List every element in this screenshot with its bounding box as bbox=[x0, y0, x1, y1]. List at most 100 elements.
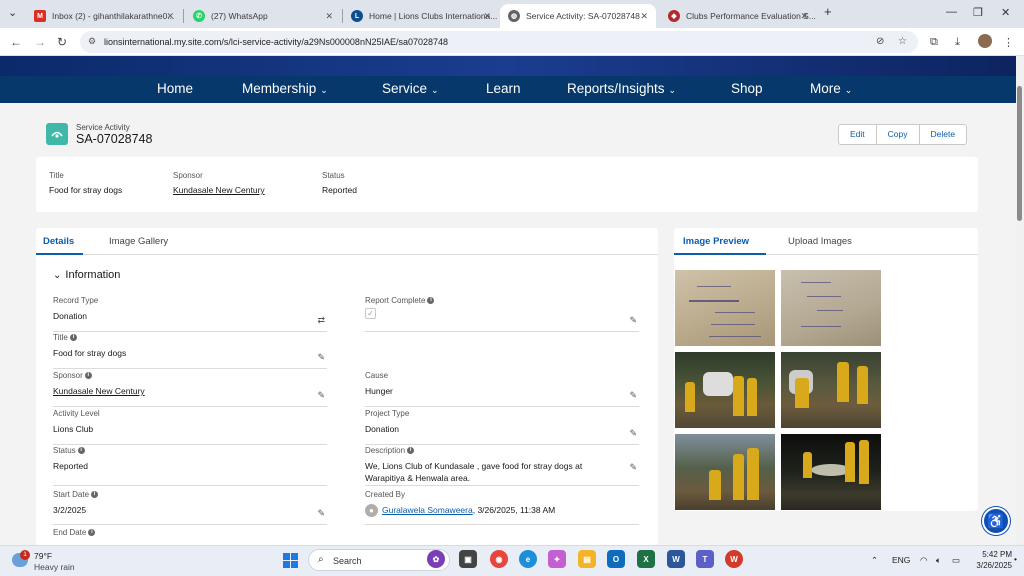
nav-reports-insights[interactable]: Reports/Insights ⌄ bbox=[567, 81, 676, 96]
chrome-icon[interactable]: ◉ bbox=[490, 550, 508, 568]
new-tab-button[interactable]: + bbox=[824, 4, 832, 19]
change-record-type-icon[interactable]: ⇄ bbox=[317, 315, 325, 326]
close-icon[interactable]: ✕ bbox=[166, 11, 174, 22]
edit-pencil-icon[interactable]: ✎ bbox=[629, 462, 637, 473]
tray-chevron-icon[interactable]: ⌃ bbox=[871, 555, 878, 566]
field-value: Lions Club bbox=[53, 424, 94, 434]
nav-membership[interactable]: Membership ⌄ bbox=[242, 81, 328, 96]
edit-pencil-icon[interactable]: ✎ bbox=[317, 352, 325, 363]
tab-upload-images[interactable]: Upload Images bbox=[788, 236, 852, 247]
active-tab-indicator bbox=[36, 253, 83, 255]
close-icon[interactable]: ✕ bbox=[800, 11, 808, 22]
wps-icon[interactable]: W bbox=[725, 550, 743, 568]
field-label: Sponsor bbox=[173, 171, 203, 180]
info-icon[interactable]: i bbox=[69, 334, 77, 342]
word-icon[interactable]: W bbox=[667, 550, 685, 568]
field-status: Status i Reported bbox=[53, 446, 327, 486]
task-view-icon[interactable]: ▣ bbox=[459, 550, 477, 568]
gallery-image[interactable] bbox=[781, 352, 881, 428]
edge-icon[interactable]: e bbox=[519, 550, 537, 568]
eye-off-icon[interactable]: ⊘ bbox=[876, 36, 884, 47]
gallery-image[interactable] bbox=[781, 434, 881, 510]
handwriting bbox=[711, 324, 755, 325]
scrollbar-thumb[interactable] bbox=[1017, 86, 1022, 221]
tab-details[interactable]: Details bbox=[43, 236, 74, 247]
url-text[interactable]: lionsinternational.my.site.com/s/lci-ser… bbox=[104, 37, 448, 47]
edit-pencil-icon[interactable]: ✎ bbox=[629, 390, 637, 401]
edit-pencil-icon[interactable]: ✎ bbox=[629, 315, 637, 326]
wifi-icon[interactable]: ◠ bbox=[920, 555, 927, 566]
gallery-image[interactable] bbox=[675, 434, 775, 510]
edit-pencil-icon[interactable]: ✎ bbox=[317, 508, 325, 519]
file-explorer-icon[interactable]: ▤ bbox=[578, 550, 596, 568]
reload-icon[interactable]: ↻ bbox=[57, 35, 67, 49]
report-complete-checkbox[interactable]: ✓ bbox=[365, 308, 376, 319]
gallery-image[interactable] bbox=[675, 270, 775, 346]
tab-search-icon[interactable]: ⌄ bbox=[8, 6, 17, 19]
sponsor-link[interactable]: Kundasale New Century bbox=[53, 385, 327, 397]
windows-start-icon[interactable] bbox=[283, 553, 298, 568]
sponsor-link[interactable]: Kundasale New Century bbox=[173, 185, 265, 195]
outlook-icon[interactable]: O bbox=[607, 550, 625, 568]
browser-tab-clubs-performance[interactable]: ◆ Clubs Performance Evaluation S... ✕ bbox=[660, 4, 816, 28]
close-icon[interactable]: ✕ bbox=[483, 11, 491, 22]
tab-image-gallery[interactable]: Image Gallery bbox=[109, 236, 168, 247]
section-header-information[interactable]: ⌄ Information bbox=[53, 269, 120, 281]
handwriting bbox=[801, 326, 841, 327]
nav-service[interactable]: Service ⌄ bbox=[382, 81, 439, 96]
nav-home[interactable]: Home bbox=[157, 81, 193, 96]
minimize-icon[interactable]: — bbox=[946, 6, 957, 18]
notification-bell-icon[interactable]: • bbox=[1014, 554, 1017, 564]
created-by-user-link[interactable]: Guralawela Somaweera bbox=[382, 505, 473, 515]
excel-icon[interactable]: X bbox=[637, 550, 655, 568]
active-tab-indicator bbox=[674, 253, 766, 255]
edit-pencil-icon[interactable]: ✎ bbox=[629, 428, 637, 439]
close-icon[interactable]: ✕ bbox=[640, 11, 648, 22]
tab-image-preview[interactable]: Image Preview bbox=[683, 236, 749, 247]
site-info-icon[interactable]: ⚙ bbox=[88, 36, 96, 47]
close-icon[interactable]: ✕ bbox=[325, 11, 333, 22]
info-icon[interactable]: i bbox=[407, 447, 415, 455]
menu-kebab-icon[interactable]: ⋮ bbox=[1003, 36, 1014, 49]
restore-icon[interactable]: ❐ bbox=[973, 6, 983, 19]
teams-icon[interactable]: T bbox=[696, 550, 714, 568]
info-icon[interactable]: i bbox=[91, 491, 99, 499]
browser-tab-lions-home[interactable]: L Home | Lions Clubs Internationa... ✕ bbox=[343, 4, 499, 28]
forward-icon[interactable]: → bbox=[34, 35, 46, 49]
edit-button[interactable]: Edit bbox=[839, 125, 877, 144]
field-value: We, Lions Club of Kundasale , gave food … bbox=[365, 461, 583, 483]
delete-button[interactable]: Delete bbox=[920, 125, 967, 144]
nav-more[interactable]: More ⌄ bbox=[810, 81, 852, 96]
edit-pencil-icon[interactable]: ✎ bbox=[317, 390, 325, 401]
back-icon[interactable]: ← bbox=[10, 35, 22, 49]
omnibox[interactable]: ⚙ lionsinternational.my.site.com/s/lci-s… bbox=[80, 31, 918, 53]
profile-avatar[interactable] bbox=[978, 34, 992, 48]
info-icon[interactable]: i bbox=[88, 529, 96, 537]
accessibility-button[interactable]: ♿ bbox=[982, 507, 1010, 535]
weather-desc: Heavy rain bbox=[34, 562, 75, 572]
bookmark-star-icon[interactable]: ☆ bbox=[898, 36, 907, 47]
gallery-image[interactable] bbox=[781, 270, 881, 346]
extensions-icon[interactable]: ⧉ bbox=[930, 36, 938, 49]
nav-learn[interactable]: Learn bbox=[486, 81, 521, 96]
close-window-icon[interactable]: ✕ bbox=[1001, 6, 1010, 19]
person-figure bbox=[803, 452, 812, 478]
download-icon[interactable]: ⤓ bbox=[955, 36, 960, 49]
browser-tab-service-activity[interactable]: ◍ Service Activity: SA-07028748 ✕ bbox=[500, 4, 656, 28]
copilot-ribbon-icon[interactable]: ✿ bbox=[427, 550, 445, 568]
copilot-icon[interactable]: ✦ bbox=[548, 550, 566, 568]
nav-shop[interactable]: Shop bbox=[731, 81, 763, 96]
info-icon[interactable]: i bbox=[427, 297, 435, 305]
info-icon[interactable]: i bbox=[84, 372, 92, 380]
nav-label: Learn bbox=[486, 81, 521, 96]
browser-tab-gmail[interactable]: M Inbox (2) - gihanthilakarathne0... ✕ bbox=[26, 4, 182, 28]
system-clock[interactable]: 5:42 PM 3/26/2025 bbox=[968, 549, 1012, 571]
copy-button[interactable]: Copy bbox=[877, 125, 920, 144]
nav-label: Home bbox=[157, 81, 194, 96]
info-icon[interactable]: i bbox=[77, 447, 85, 455]
gallery-image[interactable] bbox=[675, 352, 775, 428]
volume-icon[interactable]: 🔈︎ bbox=[936, 555, 941, 566]
battery-icon[interactable]: ▭ bbox=[952, 555, 960, 566]
language-indicator[interactable]: ENG bbox=[892, 555, 910, 565]
browser-tab-whatsapp[interactable]: ✆ (27) WhatsApp ✕ bbox=[185, 4, 341, 28]
